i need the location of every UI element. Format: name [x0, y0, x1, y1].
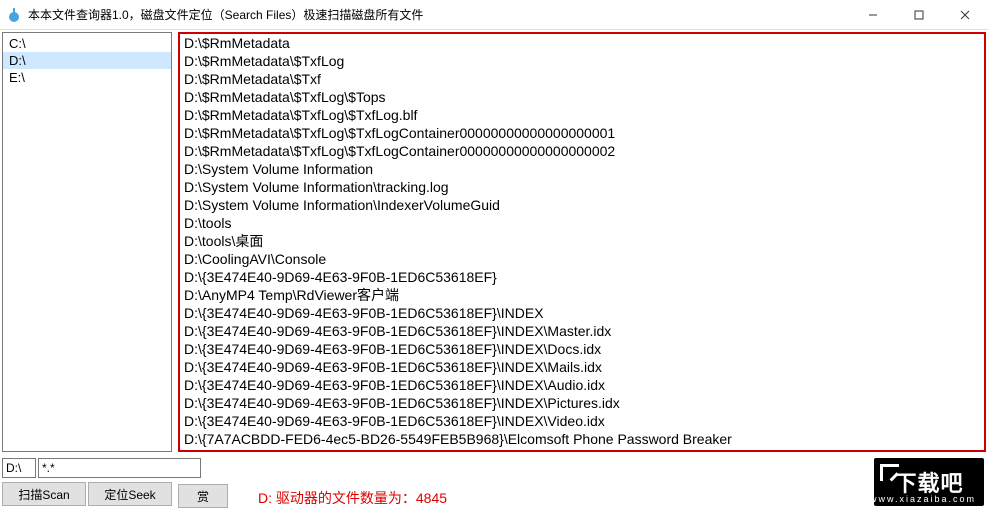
results-list[interactable]: D:\$RmMetadataD:\$RmMetadata\$TxfLogD:\$… — [178, 32, 986, 452]
drive-item[interactable]: C:\ — [3, 35, 171, 52]
result-line[interactable]: D:\System Volume Information\IndexerVolu… — [184, 196, 980, 214]
titlebar: 本本文件查询器1.0，磁盘文件定位（Search Files）极速扫描磁盘所有文… — [0, 0, 988, 30]
drive-input[interactable] — [2, 458, 36, 478]
result-line[interactable]: D:\{3E474E40-9D69-4E63-9F0B-1ED6C53618EF… — [184, 340, 980, 358]
result-line[interactable]: D:\{7A7ACBDD-FED6-4ec5-BD26-5549FEB5B968… — [184, 430, 980, 448]
result-line[interactable]: D:\$RmMetadata\$Txf — [184, 70, 980, 88]
result-line[interactable]: D:\{3E474E40-9D69-4E63-9F0B-1ED6C53618EF… — [184, 304, 980, 322]
result-line[interactable]: D:\$RmMetadata\$TxfLog\$TxfLogContainer0… — [184, 124, 980, 142]
result-line[interactable]: D:\tools — [184, 214, 980, 232]
window-controls — [850, 0, 988, 29]
result-line[interactable]: D:\{3E474E40-9D69-4E63-9F0B-1ED6C53618EF… — [184, 322, 980, 340]
result-line[interactable]: D:\AnyMP4 Temp\RdViewer客户端 — [184, 286, 980, 304]
result-line[interactable]: D:\$RmMetadata\$TxfLog — [184, 52, 980, 70]
watermark-logo: 下载吧 www.xiazaiba.com — [874, 458, 984, 506]
pattern-input[interactable] — [38, 458, 201, 478]
result-line[interactable]: D:\$RmMetadata\$TxfLog\$TxfLogContainer0… — [184, 142, 980, 160]
result-line[interactable]: D:\CoolingAVI\Console — [184, 250, 980, 268]
drive-item[interactable]: E:\ — [3, 69, 171, 86]
result-line[interactable]: D:\{3E474E40-9D69-4E63-9F0B-1ED6C53618EF… — [184, 394, 980, 412]
reward-button[interactable]: 赏 — [178, 484, 228, 508]
result-line[interactable]: D:\$RmMetadata — [184, 34, 980, 52]
result-line[interactable]: D:\{3E474E40-9D69-4E63-9F0B-1ED6C53618EF… — [184, 268, 980, 286]
result-line[interactable]: D:\{3E474E40-9D69-4E63-9F0B-1ED6C53618EF… — [184, 376, 980, 394]
scan-button[interactable]: 扫描Scan — [2, 482, 86, 506]
seek-button[interactable]: 定位Seek — [88, 482, 172, 506]
watermark-sub: www.xiazaiba.com — [870, 494, 976, 504]
status-text: D: 驱动器的文件数量为：4845 — [258, 488, 447, 508]
result-line[interactable]: D:\$RmMetadata\$TxfLog\$TxfLog.blf — [184, 106, 980, 124]
app-icon — [6, 7, 22, 23]
result-line[interactable]: D:\{7A7ACBDD-FED6-4ec5-BD26-5549FEB5B968… — [184, 448, 980, 452]
result-line[interactable]: D:\System Volume Information\tracking.lo… — [184, 178, 980, 196]
close-button[interactable] — [942, 0, 988, 29]
result-line[interactable]: D:\{3E474E40-9D69-4E63-9F0B-1ED6C53618EF… — [184, 412, 980, 430]
drive-item[interactable]: D:\ — [3, 52, 171, 69]
maximize-button[interactable] — [896, 0, 942, 29]
result-line[interactable]: D:\$RmMetadata\$TxfLog\$Tops — [184, 88, 980, 106]
minimize-button[interactable] — [850, 0, 896, 29]
result-line[interactable]: D:\{3E474E40-9D69-4E63-9F0B-1ED6C53618EF… — [184, 358, 980, 376]
window-title: 本本文件查询器1.0，磁盘文件定位（Search Files）极速扫描磁盘所有文… — [28, 6, 850, 23]
result-line[interactable]: D:\tools\桌面 — [184, 232, 980, 250]
drive-list[interactable]: C:\D:\E:\ — [2, 32, 172, 452]
result-line[interactable]: D:\System Volume Information — [184, 160, 980, 178]
